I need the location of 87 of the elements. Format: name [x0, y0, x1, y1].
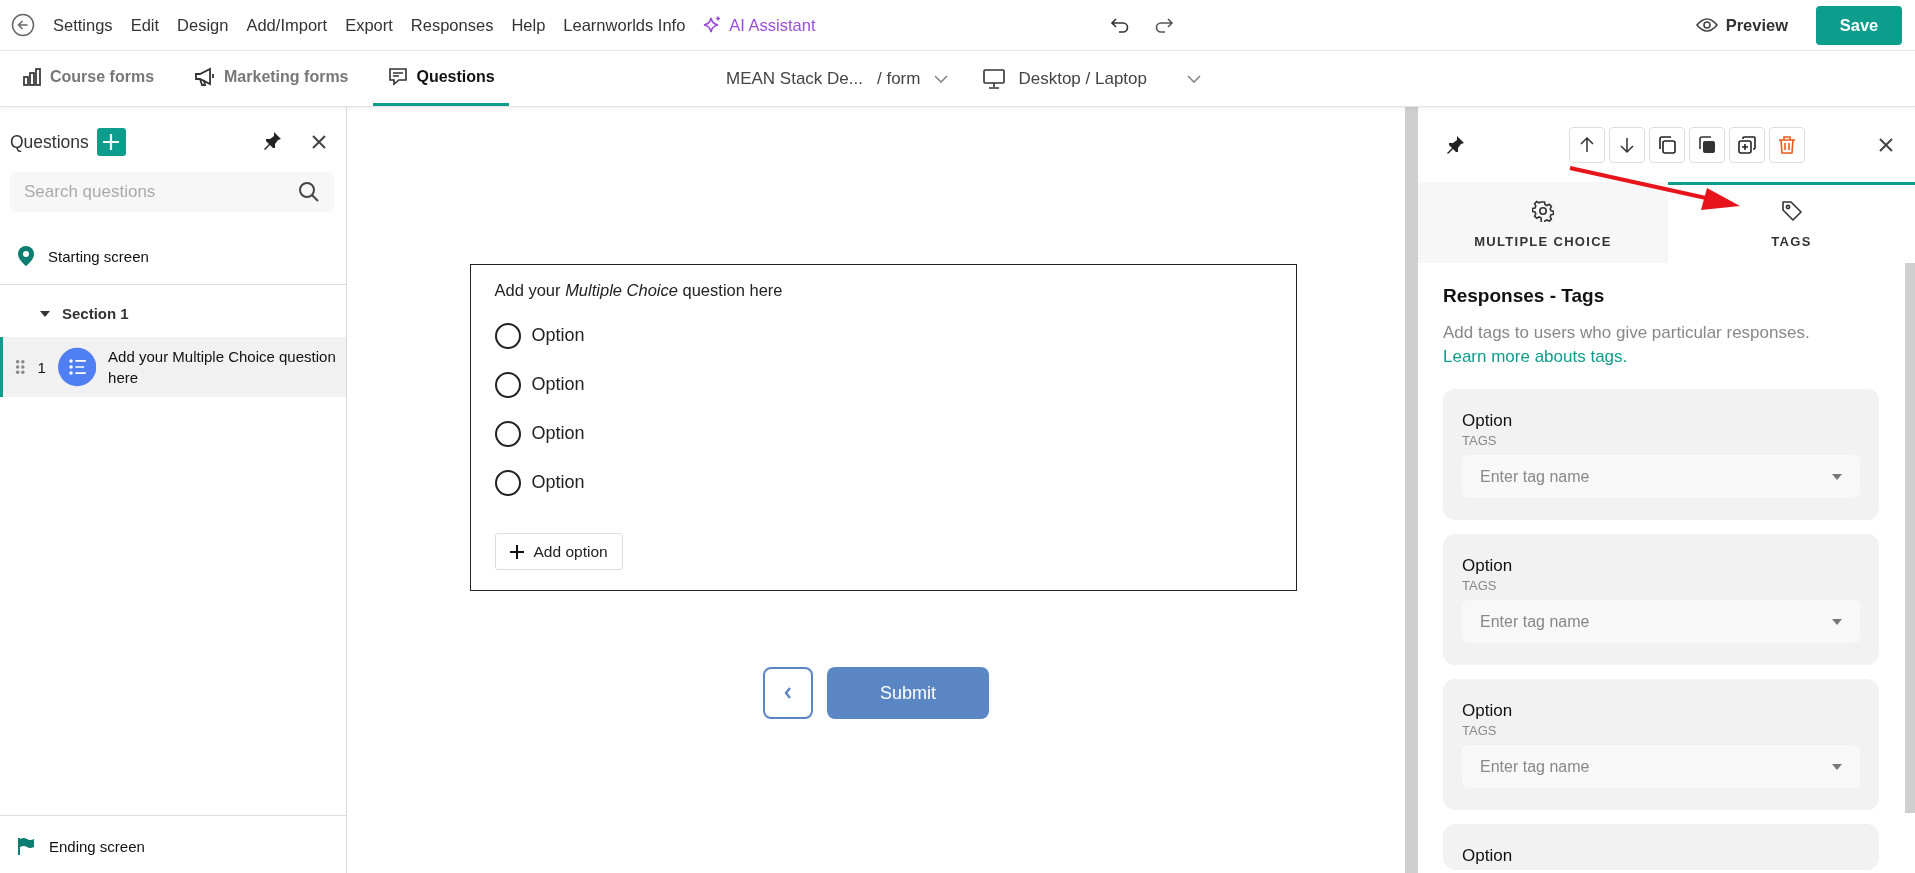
- dropdown-caret-icon[interactable]: [1832, 474, 1842, 480]
- radio-button[interactable]: [494, 420, 521, 447]
- pin-icon[interactable]: [1445, 134, 1465, 155]
- add-copy-button[interactable]: [1729, 126, 1765, 163]
- eye-icon: [1695, 17, 1718, 33]
- megaphone-icon: [194, 67, 217, 87]
- chevron-left-icon: [784, 687, 792, 699]
- monitor-icon: [982, 67, 1007, 90]
- option-label: Option: [1462, 846, 1514, 866]
- copy-button[interactable]: [1649, 126, 1685, 163]
- description-text: Add tags to users who give particular responses.: [1443, 323, 1810, 342]
- search-field[interactable]: Search questions: [10, 172, 334, 212]
- radio-button[interactable]: [494, 322, 521, 349]
- duplicate-button[interactable]: [1689, 126, 1725, 163]
- menu-item[interactable]: Help: [511, 15, 546, 35]
- plus-icon: [103, 134, 120, 150]
- tab[interactable]: Course forms: [20, 51, 169, 106]
- menu-item[interactable]: Add/Import: [246, 15, 328, 35]
- tag-name-dropdown[interactable]: Enter tag name: [1462, 455, 1860, 498]
- tag-name-dropdown[interactable]: Enter tag name: [1462, 745, 1860, 788]
- move-up-button[interactable]: [1569, 126, 1605, 163]
- drag-handle-icon[interactable]: [15, 358, 26, 376]
- question-item[interactable]: 1 Add your Multiple Choice question here: [0, 337, 346, 397]
- settings-icon: [1532, 199, 1554, 222]
- tag-icon: [1780, 199, 1803, 222]
- chevron-down-icon[interactable]: [1186, 73, 1201, 84]
- device-selector[interactable]: Desktop / Laptop: [1018, 68, 1147, 89]
- tags-label: TAGS: [1462, 578, 1498, 593]
- list-icon: [57, 345, 97, 389]
- scrollbar[interactable]: [1905, 263, 1915, 813]
- option-label[interactable]: Option: [531, 374, 585, 395]
- filled-copy-icon: [1697, 134, 1717, 155]
- search-icon[interactable]: [298, 181, 320, 203]
- bar-chart-icon: [22, 67, 42, 87]
- tab[interactable]: MULTIPLE CHOICE: [1418, 182, 1668, 263]
- dropdown-caret-icon[interactable]: [1832, 619, 1842, 625]
- menu-item[interactable]: Responses: [410, 15, 494, 35]
- back-button[interactable]: [763, 667, 813, 719]
- arrow-down-icon: [1618, 135, 1636, 154]
- option-label: Option: [1462, 556, 1514, 576]
- dropdown-caret-icon[interactable]: [1832, 764, 1842, 770]
- plus-icon: [509, 544, 524, 559]
- menu-item[interactable]: Export: [345, 15, 393, 35]
- option-label[interactable]: Option: [531, 472, 585, 493]
- copy-plus-icon: [1737, 134, 1757, 155]
- course-name[interactable]: MEAN Stack De...: [726, 68, 863, 89]
- flag-icon: [17, 837, 35, 855]
- scrollbar[interactable]: [1405, 107, 1418, 873]
- ending-screen-item[interactable]: Ending screen: [49, 837, 145, 855]
- add-option-button[interactable]: Add option: [494, 533, 623, 570]
- back-icon[interactable]: [11, 13, 35, 37]
- option-label: Option: [1462, 411, 1514, 431]
- tags-label: TAGS: [1462, 433, 1498, 448]
- chevron-down-icon[interactable]: [934, 73, 949, 84]
- chat-question-icon: [386, 66, 409, 88]
- tab[interactable]: Marketing forms: [192, 51, 363, 106]
- close-icon[interactable]: [312, 135, 326, 149]
- menu-item[interactable]: Design: [177, 15, 229, 35]
- tag-name-dropdown[interactable]: Enter tag name: [1462, 600, 1860, 643]
- close-icon[interactable]: [1879, 137, 1893, 152]
- radio-button[interactable]: [494, 371, 521, 398]
- form-name[interactable]: / form: [877, 68, 921, 89]
- starting-screen-item[interactable]: Starting screen: [48, 247, 149, 265]
- section-heading: Responses - Tags: [1443, 285, 1606, 307]
- trash-icon: [1777, 134, 1797, 155]
- question-text[interactable]: Add your Multiple Choice question here: [494, 281, 1272, 300]
- menu-item[interactable]: Learnworlds Info: [563, 15, 686, 35]
- submit-button[interactable]: Submit: [827, 667, 989, 719]
- menu-item[interactable]: Settings: [53, 15, 113, 35]
- option-label: Option: [1462, 701, 1514, 721]
- option-label[interactable]: Option: [531, 325, 585, 346]
- arrow-up-icon: [1578, 135, 1596, 154]
- move-down-button[interactable]: [1609, 126, 1645, 163]
- panel-title: Questions: [10, 131, 89, 153]
- caret-icon[interactable]: [40, 310, 50, 317]
- add-question-button[interactable]: [96, 128, 126, 156]
- map-pin-icon: [18, 246, 34, 266]
- ai-assistant-link[interactable]: AI Assistant: [729, 15, 816, 35]
- menu-item[interactable]: Edit: [130, 15, 160, 35]
- tab[interactable]: Questions: [372, 51, 509, 106]
- copy-icon: [1657, 134, 1677, 155]
- tags-label: TAGS: [1462, 723, 1498, 738]
- preview-button[interactable]: Preview: [1695, 15, 1788, 35]
- radio-button[interactable]: [494, 469, 521, 496]
- section-title[interactable]: Section 1: [62, 305, 129, 322]
- pin-icon[interactable]: [262, 130, 282, 151]
- option-label[interactable]: Option: [531, 423, 585, 444]
